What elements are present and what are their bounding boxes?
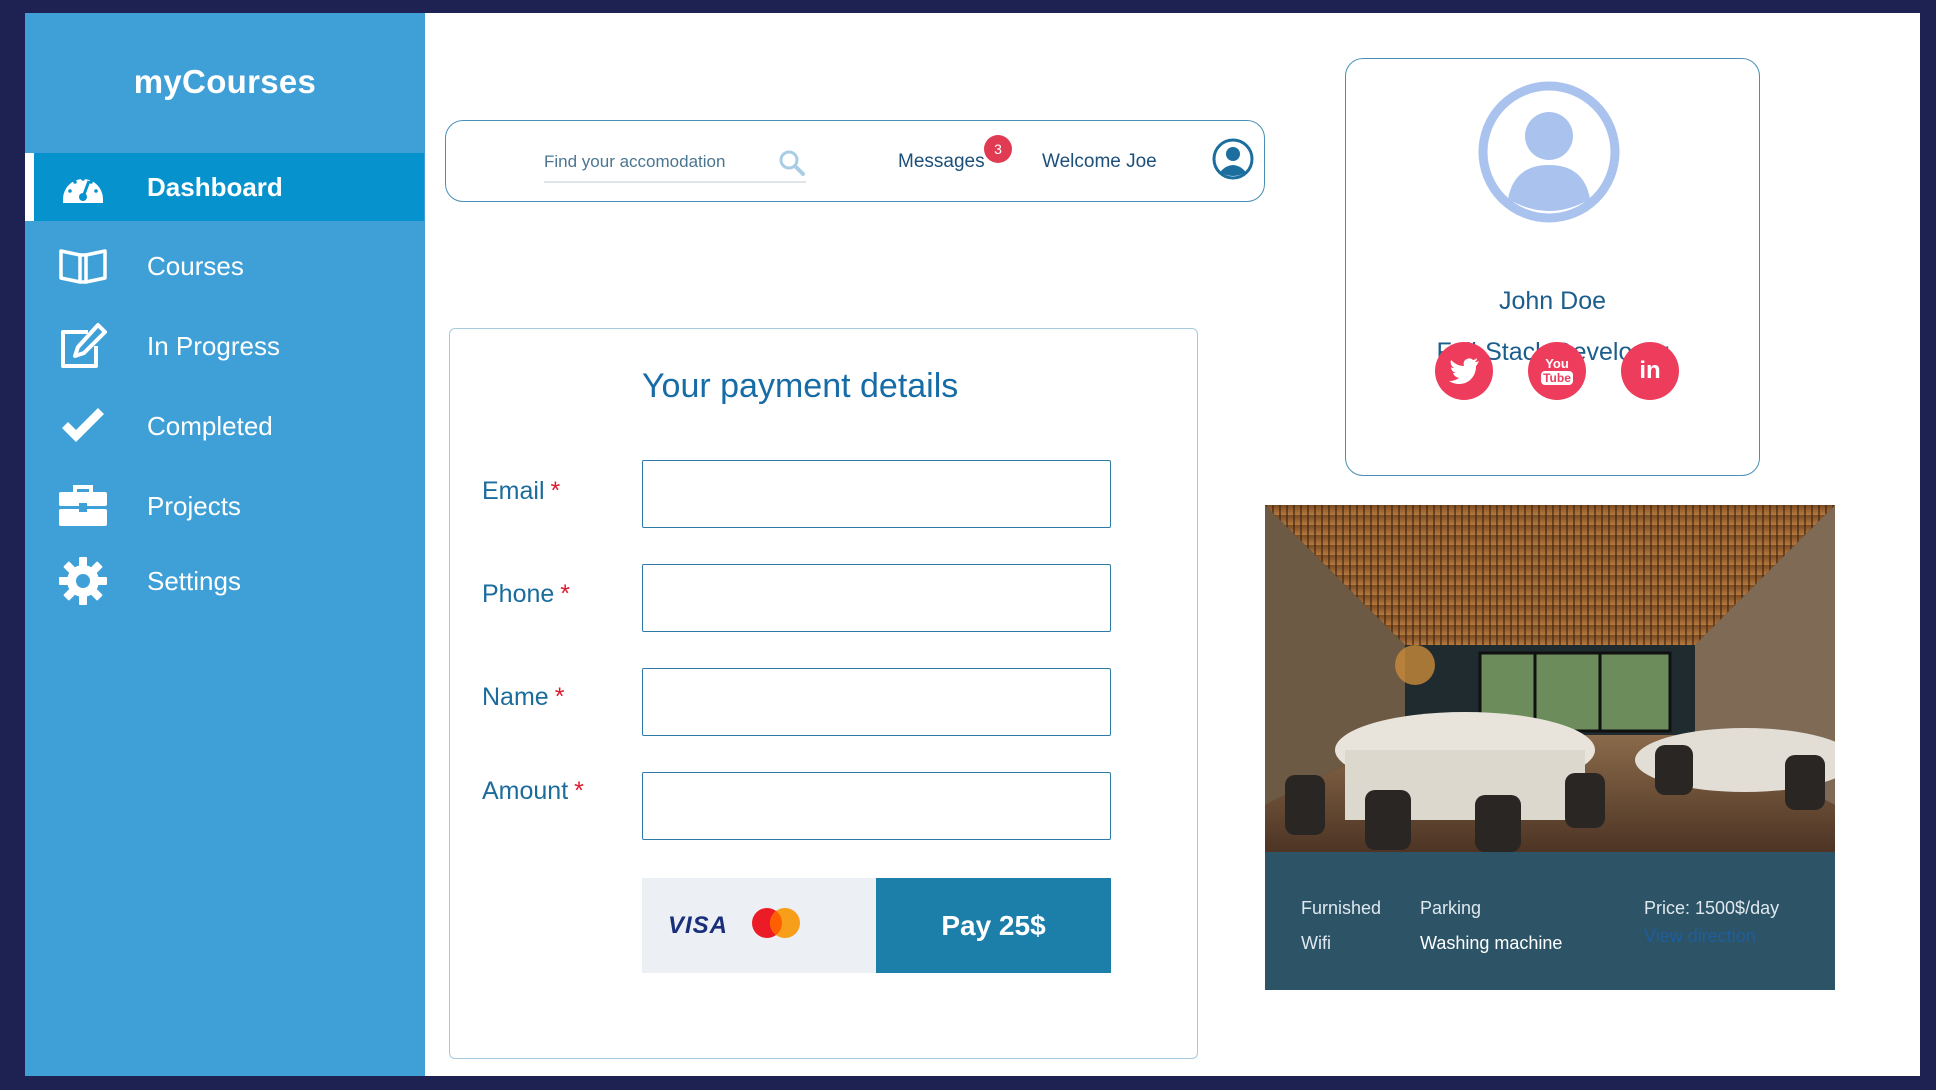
search-icon[interactable] bbox=[778, 149, 806, 182]
name-field[interactable] bbox=[642, 668, 1111, 736]
email-label: Email * bbox=[482, 477, 561, 505]
sidebar-item-dashboard[interactable]: Dashboard bbox=[25, 153, 424, 221]
amount-label: Amount * bbox=[482, 777, 584, 805]
brand-logo: myCourses bbox=[133, 63, 317, 100]
profile-avatar bbox=[1478, 81, 1620, 228]
sidebar-item-projects[interactable]: Projects bbox=[25, 472, 424, 540]
view-direction-link[interactable]: View direction bbox=[1644, 926, 1756, 947]
checkmark-icon bbox=[57, 400, 109, 452]
payment-title: Your payment details bbox=[642, 367, 959, 405]
welcome-text: Welcome Joe bbox=[1042, 151, 1157, 172]
book-icon bbox=[57, 240, 109, 292]
youtube-text-top: You bbox=[1545, 356, 1569, 371]
user-avatar-icon[interactable] bbox=[1212, 138, 1254, 185]
app-window: myCourses Dashboard Courses In Progress … bbox=[25, 13, 1920, 1076]
amenity-furnished: Furnished bbox=[1301, 898, 1382, 918]
linkedin-icon[interactable]: in bbox=[1621, 342, 1679, 400]
top-bar: Messages 3 Welcome Joe bbox=[445, 120, 1265, 202]
sidebar-item-completed[interactable]: Completed bbox=[25, 392, 424, 460]
youtube-text-bottom: Tube bbox=[1541, 371, 1573, 385]
payment-card: Your payment details Email * Phone * Name *… bbox=[449, 328, 1198, 1059]
gear-icon bbox=[57, 555, 109, 607]
sidebar-item-settings[interactable]: Settings bbox=[25, 547, 424, 615]
sidebar-item-label: In Progress bbox=[147, 330, 280, 361]
briefcase-icon bbox=[57, 480, 109, 532]
search-input[interactable] bbox=[544, 147, 774, 177]
phone-label: Phone * bbox=[482, 580, 571, 608]
pay-button[interactable]: Pay 25$ bbox=[876, 878, 1111, 973]
sidebar-item-label: Projects bbox=[147, 490, 241, 521]
twitter-icon[interactable] bbox=[1435, 342, 1493, 400]
sidebar-item-label: Settings bbox=[147, 565, 241, 596]
sidebar-item-courses[interactable]: Courses bbox=[25, 232, 424, 300]
visa-logo: VISA bbox=[668, 911, 729, 939]
sidebar-item-label: Dashboard bbox=[147, 171, 283, 202]
youtube-icon[interactable]: You Tube bbox=[1528, 342, 1586, 400]
amenity-washing-machine: Washing machine bbox=[1420, 933, 1563, 953]
accommodation-card: Furnished Parking Wifi Washing machine P… bbox=[1265, 505, 1835, 990]
phone-field[interactable] bbox=[642, 564, 1111, 632]
price-label: Price: 1500$/day bbox=[1644, 898, 1780, 918]
accommodation-photo bbox=[1265, 505, 1835, 852]
profile-card: John Doe Full-Stack Developer You Tube i… bbox=[1345, 58, 1760, 476]
card-logos: VISA bbox=[642, 878, 876, 973]
messages-count-badge: 3 bbox=[984, 135, 1012, 163]
amount-field[interactable] bbox=[642, 772, 1111, 840]
sidebar-item-label: Completed bbox=[147, 410, 273, 441]
email-field[interactable] bbox=[642, 460, 1111, 528]
payment-actions: VISA Pay 25$ bbox=[642, 878, 1111, 973]
sidebar-item-label: Courses bbox=[147, 250, 244, 281]
amenity-wifi: Wifi bbox=[1301, 933, 1331, 953]
edit-icon bbox=[57, 320, 109, 372]
profile-name: John Doe bbox=[1498, 287, 1607, 315]
name-label: Name * bbox=[482, 683, 565, 711]
search-box bbox=[544, 147, 806, 183]
accommodation-info: Furnished Parking Wifi Washing machine P… bbox=[1265, 852, 1835, 990]
sidebar-item-in-progress[interactable]: In Progress bbox=[25, 312, 424, 380]
dashboard-gauge-icon bbox=[57, 161, 109, 213]
sidebar: myCourses Dashboard Courses In Progress … bbox=[25, 13, 425, 1076]
mastercard-icon bbox=[750, 906, 802, 945]
amenity-parking: Parking bbox=[1420, 898, 1482, 918]
messages-link[interactable]: Messages bbox=[898, 151, 985, 173]
